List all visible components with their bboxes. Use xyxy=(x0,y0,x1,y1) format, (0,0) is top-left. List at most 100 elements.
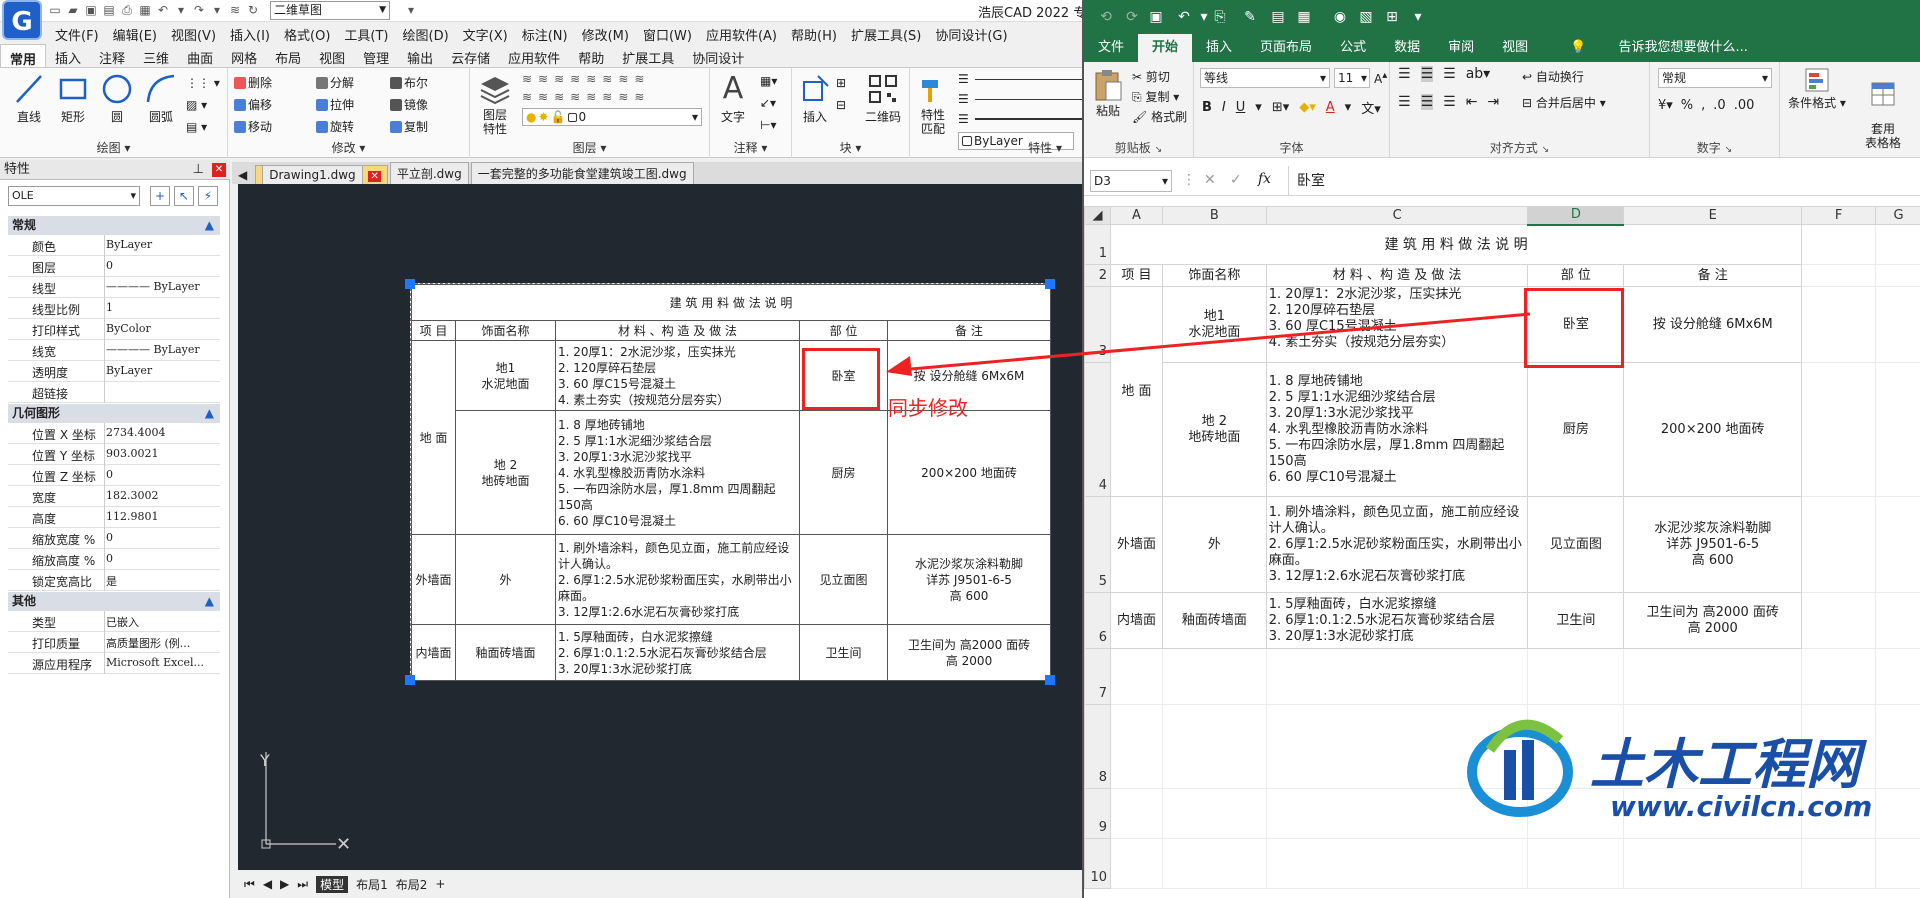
back-icon[interactable]: ⟲ xyxy=(1098,9,1114,25)
property-row[interactable]: 线型 ———— ByLayer xyxy=(8,277,220,298)
menu-collab[interactable]: 协同设计(G) xyxy=(928,22,1014,44)
move-button[interactable]: 移动 xyxy=(234,118,272,135)
align-left-icon[interactable]: ☰ xyxy=(1398,94,1411,110)
cell-empty[interactable] xyxy=(1801,224,1876,265)
property-value[interactable]: 高质量图形 (例... xyxy=(106,635,190,651)
tab-view[interactable]: 视图 xyxy=(1488,34,1542,62)
menu-help[interactable]: 帮助(H) xyxy=(784,22,844,44)
property-row[interactable]: 缩放高度 % 0 xyxy=(8,549,220,570)
tab-mesh[interactable]: 网格 xyxy=(222,44,266,67)
cell-header-part[interactable]: 部 位 xyxy=(1527,264,1625,287)
cell-header-item[interactable]: 项 目 xyxy=(1109,264,1163,287)
block-attr-icon[interactable]: ⊟ xyxy=(836,98,846,112)
row-header-2[interactable]: 2 xyxy=(1084,264,1111,287)
menu-edit[interactable]: 编辑(E) xyxy=(106,22,164,44)
tab-cloud[interactable]: 云存储 xyxy=(442,44,499,67)
tab-surface[interactable]: 曲面 xyxy=(178,44,222,67)
redo-icon[interactable]: ↷ xyxy=(192,3,206,17)
property-value[interactable]: 已嵌入 xyxy=(106,614,139,630)
layer-tools-row2[interactable]: ≋≋≋≋≋≋≋≋ xyxy=(522,90,650,104)
region-icon[interactable]: ▤ ▾ xyxy=(186,120,207,134)
new-icon[interactable]: ▭ xyxy=(48,3,62,17)
cell-empty[interactable] xyxy=(1801,286,1876,363)
close-icon[interactable]: ✕ xyxy=(368,171,381,182)
undo-dropdown-icon[interactable]: ▾ xyxy=(1196,9,1212,25)
dim-icon[interactable]: ⊢▾ xyxy=(760,118,776,132)
decrease-decimal-icon[interactable]: .00 xyxy=(1734,98,1755,113)
col-header-b[interactable]: B xyxy=(1161,206,1267,225)
property-value[interactable]: ByLayer xyxy=(106,238,152,251)
erase-button[interactable]: 删除 xyxy=(234,74,272,91)
name-box[interactable]: D3 ▾ xyxy=(1090,170,1172,192)
grid-icon[interactable]: ⊞ xyxy=(1384,9,1400,25)
font-size-select[interactable]: 11 ▾ xyxy=(1334,68,1370,88)
tab-page-layout[interactable]: 页面布局 xyxy=(1246,34,1326,62)
property-row[interactable]: 打印样式 ByColor xyxy=(8,319,220,340)
tab-collab[interactable]: 协同设计 xyxy=(683,44,753,67)
pin-icon[interactable]: ⊥ xyxy=(193,160,204,180)
menu-ext[interactable]: 扩展工具(S) xyxy=(844,22,928,44)
image-icon[interactable]: ▧ xyxy=(1358,9,1374,25)
saveas-icon[interactable]: ▤ xyxy=(102,3,116,17)
cell-header-note[interactable]: 备 注 xyxy=(1623,264,1803,287)
grip-bottom-left[interactable] xyxy=(405,675,415,685)
tab-ext[interactable]: 扩展工具 xyxy=(613,44,683,67)
tab-3d[interactable]: 三维 xyxy=(134,44,178,67)
menu-apps[interactable]: 应用软件(A) xyxy=(699,22,784,44)
last-tab-icon[interactable]: ⏭ xyxy=(297,877,308,892)
leader-icon[interactable]: ↙▾ xyxy=(760,96,776,110)
property-row[interactable]: 线宽 ———— ByLayer xyxy=(8,340,220,361)
align-middle-icon[interactable]: ☰ xyxy=(1420,66,1434,82)
paste-button[interactable]: 粘贴 xyxy=(1090,68,1126,119)
tab-home[interactable]: 开始 xyxy=(1138,34,1193,62)
table-icon[interactable]: ▦ xyxy=(1296,9,1312,25)
cell-header-material[interactable]: 材 料 、构 造 及 做 法 xyxy=(1265,264,1529,287)
tab-layout[interactable]: 布局 xyxy=(266,44,310,67)
cut-button[interactable]: ✂ 剪切 xyxy=(1132,68,1170,85)
format-painter-button[interactable]: 🖌 格式刷 xyxy=(1132,108,1187,125)
italic-icon[interactable]: I xyxy=(1222,100,1226,115)
property-value[interactable]: 182.3002 xyxy=(106,489,159,502)
qrcode-button[interactable]: 二维码 xyxy=(862,72,904,125)
layers-icon[interactable]: ≋ xyxy=(228,3,242,17)
line-button[interactable]: 直线 xyxy=(8,72,50,125)
copy-button[interactable]: 复制 xyxy=(390,118,428,135)
circle-button[interactable]: 圆 xyxy=(96,72,138,125)
tab-layout2[interactable]: 布局2 xyxy=(396,876,428,893)
col-header-c[interactable]: C xyxy=(1265,206,1529,225)
property-row[interactable]: 缩放宽度 % 0 xyxy=(8,528,220,549)
menu-format[interactable]: 格式(O) xyxy=(277,22,337,44)
tab-insert[interactable]: 插入 xyxy=(1192,34,1246,62)
quick-select-icon[interactable]: ⚡ xyxy=(198,186,218,206)
copy-button[interactable]: ⎘ 复制 ▾ xyxy=(1132,88,1179,105)
menu-dimension[interactable]: 标注(N) xyxy=(515,22,575,44)
toggle-pickadd-icon[interactable]: + xyxy=(150,186,170,206)
tab-insert[interactable]: 插入 xyxy=(46,44,90,67)
fill-color-icon[interactable]: ◆▾ xyxy=(1299,100,1316,115)
doc-tab-drawing1[interactable]: Drawing1.dwg ✕ xyxy=(255,165,388,184)
percent-icon[interactable]: % xyxy=(1681,98,1693,113)
property-value[interactable]: ———— ByLayer xyxy=(106,280,200,293)
tab-model[interactable]: 模型 xyxy=(316,875,349,893)
undo-icon[interactable]: ↶ xyxy=(156,3,170,17)
lineweight-prop-icon[interactable]: ☰ xyxy=(958,112,1082,126)
comma-icon[interactable]: , xyxy=(1701,98,1705,113)
cell-empty[interactable] xyxy=(1875,362,1920,497)
align-center-icon[interactable]: ☰ xyxy=(1420,94,1434,110)
property-row[interactable]: 颜色 ByLayer xyxy=(8,235,220,256)
dialog-launcher-icon[interactable]: ↘ xyxy=(1542,145,1550,155)
menu-view[interactable]: 视图(V) xyxy=(164,22,223,44)
property-value[interactable]: 0 xyxy=(106,552,113,565)
cell-note[interactable]: 按 设分舱缝 6Mx6M xyxy=(1623,286,1803,363)
col-header-d[interactable]: D xyxy=(1527,206,1625,226)
boolean-button[interactable]: 布尔 xyxy=(390,74,428,91)
layer-tools-row[interactable]: ≋≋≋≋≋≋≋≋ xyxy=(522,72,650,86)
cell-material[interactable]: 1. 刷外墙涂料，颜色见立面，施工前应经设计人确认。 2. 6厚1:2.5水泥砂… xyxy=(1265,496,1529,593)
cell-empty[interactable] xyxy=(1875,496,1920,593)
row-header-5[interactable]: 5 xyxy=(1084,496,1111,593)
indent-increase-icon[interactable]: ⇥ xyxy=(1487,94,1499,110)
grip-top-right[interactable] xyxy=(1045,279,1055,289)
camera-icon[interactable]: ◉ xyxy=(1332,9,1348,25)
property-row[interactable]: 透明度 ByLayer xyxy=(8,361,220,382)
row-header-8[interactable]: 8 xyxy=(1084,704,1111,789)
